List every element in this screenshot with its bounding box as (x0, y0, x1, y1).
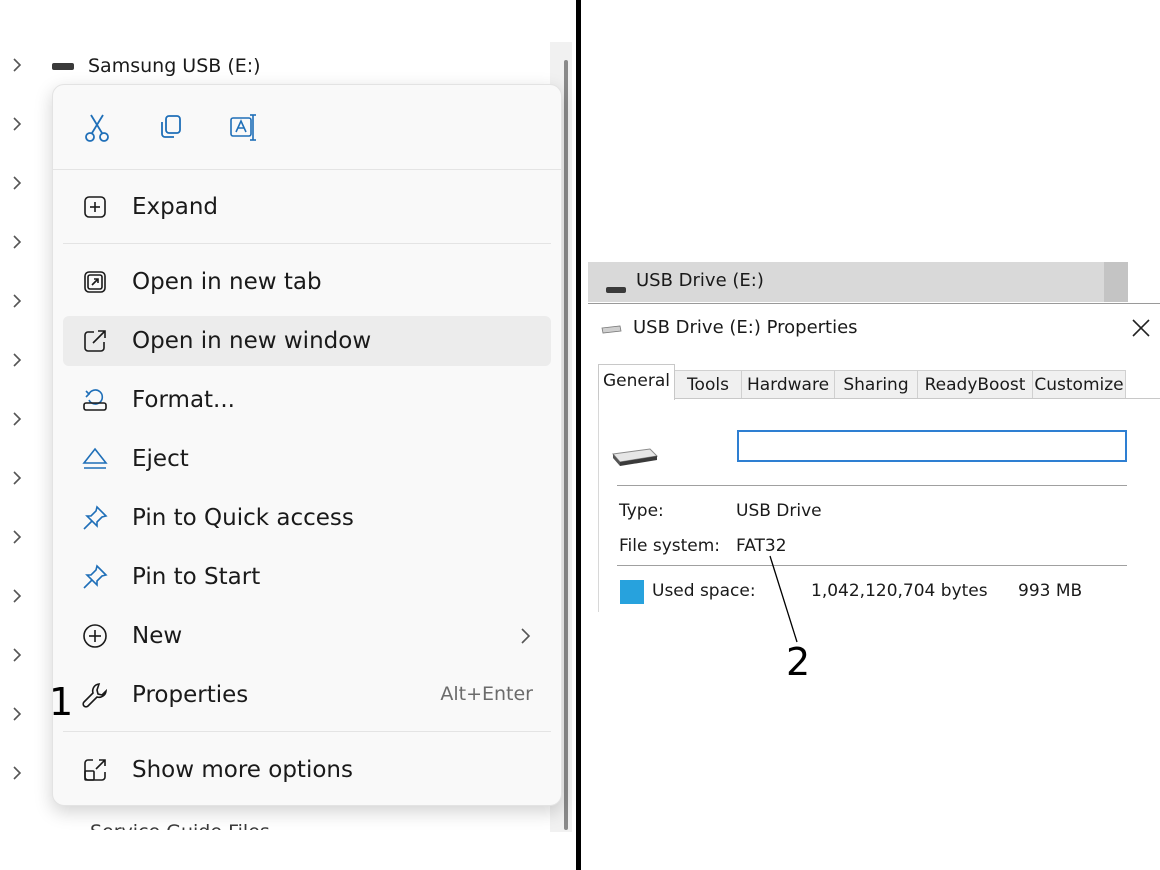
chevron-right-icon[interactable] (10, 352, 26, 368)
expand-icon (84, 196, 106, 218)
menu-item-format[interactable]: Format... (63, 375, 551, 425)
tab-tools[interactable]: Tools (674, 370, 742, 399)
menu-item-label: Pin to Quick access (132, 505, 354, 531)
show-more-icon (84, 759, 106, 781)
chevron-right-icon[interactable] (10, 175, 26, 191)
tab-sharing[interactable]: Sharing (834, 370, 918, 399)
rename-icon (230, 114, 256, 141)
menu-separator (63, 243, 551, 244)
drive-icon (601, 325, 622, 334)
chevron-right-icon[interactable] (10, 57, 26, 73)
tab-general[interactable]: General (598, 364, 675, 400)
chevron-right-icon[interactable] (10, 647, 26, 663)
chevron-right-icon (521, 628, 531, 644)
menu-separator (63, 731, 551, 732)
used-space-size: 993 MB (1018, 581, 1083, 601)
menu-item-open-new-window[interactable]: Open in new window (63, 316, 551, 366)
drive-icon (606, 287, 626, 293)
dialog-title: USB Drive (E:) Properties (633, 317, 858, 338)
menu-item-expand[interactable]: Expand (63, 182, 551, 232)
used-space-label: Used space: (652, 581, 756, 601)
menu-item-label: Pin to Start (132, 564, 261, 590)
chevron-right-icon[interactable] (10, 411, 26, 427)
menu-item-pin-start[interactable]: Pin to Start (63, 552, 551, 602)
cut-icon (85, 114, 109, 142)
eject-icon (82, 447, 108, 469)
copy-button[interactable] (147, 105, 193, 151)
tree-item-partial[interactable]: Service Guide Files (90, 818, 270, 830)
menu-item-pin-quick-access[interactable]: Pin to Quick access (63, 493, 551, 543)
explorer-item-usb-drive[interactable]: USB Drive (E:) (588, 262, 1128, 302)
used-space-swatch (620, 580, 644, 604)
pin-icon (83, 505, 108, 530)
menu-item-show-more[interactable]: Show more options (63, 745, 551, 795)
file-system-value: FAT32 (736, 536, 787, 556)
properties-dialog: USB Drive (E:) Properties General Tools … (588, 303, 1160, 612)
tab-readyboost[interactable]: ReadyBoost (917, 370, 1033, 399)
new-icon (83, 624, 107, 648)
drive-label-input[interactable] (737, 430, 1127, 462)
menu-item-label: Open in new window (132, 328, 372, 354)
drive-icon (612, 448, 659, 466)
section-divider (617, 565, 1127, 566)
copy-icon (161, 115, 181, 138)
menu-item-label: Eject (132, 446, 189, 472)
wrench-icon (82, 683, 108, 708)
open-new-tab-icon (84, 271, 106, 293)
close-icon[interactable] (1128, 315, 1154, 341)
menu-item-label: Format... (132, 387, 235, 413)
explorer-item-label: USB Drive (E:) (636, 270, 764, 291)
tree-item-label: Samsung USB (E:) (88, 55, 261, 77)
drive-icon (52, 62, 74, 70)
explorer-left-panel: Samsung USB (E:) Service Guide Files (0, 0, 576, 870)
used-space-bytes: 1,042,120,704 bytes (811, 581, 988, 601)
menu-separator (53, 169, 561, 170)
chevron-right-icon[interactable] (10, 470, 26, 486)
menu-item-label: New (132, 623, 183, 649)
chevron-right-icon[interactable] (10, 293, 26, 309)
callout-number-2: 2 (786, 640, 811, 684)
menu-item-label: Expand (132, 194, 219, 220)
file-system-label: File system: (619, 536, 721, 556)
tree-scrollbar-thumb[interactable] (564, 60, 568, 830)
type-value: USB Drive (736, 501, 822, 521)
format-icon (83, 389, 107, 411)
rename-button[interactable] (219, 105, 265, 151)
cut-button[interactable] (73, 105, 119, 151)
tab-hardware[interactable]: Hardware (741, 370, 835, 399)
menu-item-eject[interactable]: Eject (63, 434, 551, 484)
panel-divider (576, 0, 581, 870)
chevron-right-icon[interactable] (10, 116, 26, 132)
tab-customize[interactable]: Customize (1032, 370, 1126, 399)
type-label: Type: (619, 501, 664, 521)
shortcut-text: Alt+Enter (440, 683, 533, 705)
chevron-right-icon[interactable] (10, 765, 26, 781)
chevron-right-icon[interactable] (10, 588, 26, 604)
callout-number-1: 1 (49, 680, 74, 724)
open-new-window-icon (84, 330, 106, 352)
chevron-right-icon[interactable] (10, 706, 26, 722)
menu-item-label: Properties (132, 682, 249, 708)
menu-item-open-new-tab[interactable]: Open in new tab (63, 257, 551, 307)
tree-item-samsung-usb[interactable]: Samsung USB (E:) (52, 52, 261, 80)
context-menu: Expand Open in new tab Open in new windo… (52, 84, 562, 806)
section-divider (617, 485, 1127, 486)
menu-item-new[interactable]: New (63, 611, 551, 661)
menu-item-label: Open in new tab (132, 269, 322, 295)
menu-item-properties[interactable]: Properties Alt+Enter (63, 670, 551, 720)
chevron-right-icon[interactable] (10, 234, 26, 250)
pin-icon (83, 564, 108, 589)
menu-item-label: Show more options (132, 757, 353, 783)
chevron-right-icon[interactable] (10, 529, 26, 545)
explorer-scrollbar[interactable] (1104, 262, 1128, 302)
